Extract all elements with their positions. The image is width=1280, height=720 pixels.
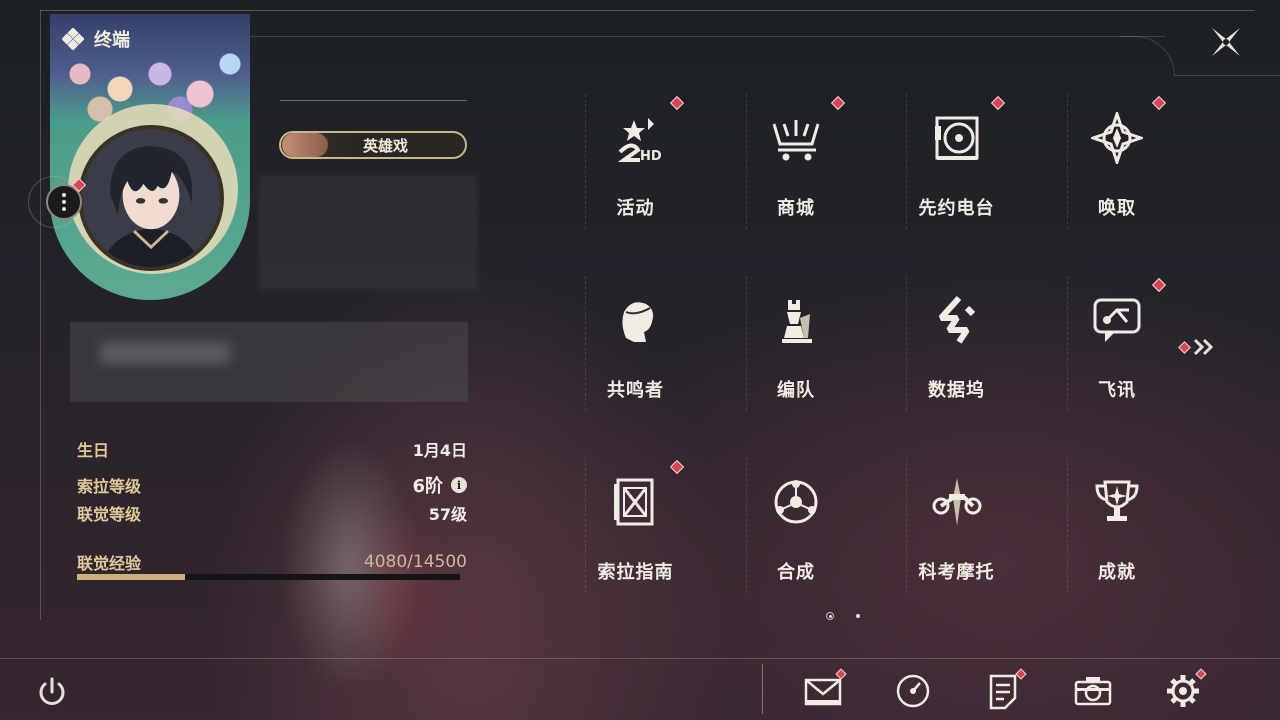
menu-item-label: 合成 bbox=[777, 562, 815, 583]
trophy-icon bbox=[1087, 472, 1147, 532]
menu-item[interactable]: 唤取 bbox=[1066, 94, 1167, 229]
stat-union-exp: 联觉经验 4080/14500 bbox=[77, 550, 467, 574]
shop-cart-icon bbox=[766, 108, 826, 168]
resonator-head-icon bbox=[606, 290, 666, 350]
stat-value: 4080/14500 bbox=[363, 552, 467, 572]
page-indicator bbox=[826, 612, 860, 620]
menu-item-label: 索拉指南 bbox=[597, 562, 674, 583]
bottom-separator bbox=[762, 664, 763, 714]
clock-icon bbox=[896, 674, 930, 708]
menu-item-label: 活动 bbox=[616, 198, 655, 219]
menu-item[interactable]: 共鸣者 bbox=[585, 276, 685, 411]
power-icon[interactable] bbox=[34, 674, 70, 710]
menu-item-label: 商城 bbox=[777, 198, 815, 219]
frame-line bbox=[250, 36, 1165, 37]
double-chevron-right-icon bbox=[1193, 338, 1214, 356]
menu-item[interactable]: 索拉指南 bbox=[585, 458, 685, 593]
blurred-name-panel bbox=[70, 322, 468, 402]
title-badge-label: 英雄戏 bbox=[362, 136, 408, 155]
stat-label: 索拉等级 bbox=[77, 477, 142, 496]
guidebook-icon bbox=[606, 472, 666, 532]
mail-button[interactable] bbox=[803, 668, 847, 710]
exp-progress-fill bbox=[77, 574, 185, 580]
next-page-badge bbox=[1178, 340, 1191, 354]
synthesis-icon bbox=[766, 472, 826, 532]
page-dot-active[interactable] bbox=[826, 612, 834, 620]
radio-vinyl-icon bbox=[927, 108, 987, 168]
camera-icon bbox=[1074, 677, 1112, 706]
notes-button[interactable] bbox=[983, 668, 1027, 710]
clock-button[interactable] bbox=[893, 672, 933, 710]
menu-item[interactable]: 科考摩托 bbox=[906, 458, 1006, 593]
menu-item-label: 数据坞 bbox=[928, 380, 985, 401]
menu-item[interactable]: 商城 bbox=[745, 94, 846, 229]
notification-badge bbox=[1151, 277, 1166, 293]
stat-value: 1月4日 bbox=[412, 441, 467, 460]
info-icon[interactable]: i bbox=[451, 477, 467, 493]
menu-item-label: 科考摩托 bbox=[918, 562, 995, 583]
title-badge[interactable]: 英雄戏 bbox=[279, 131, 467, 159]
stat-value: 57级 bbox=[428, 505, 467, 524]
stat-sola-level: 索拉等级 6阶 i bbox=[77, 472, 467, 498]
page-dot[interactable] bbox=[856, 614, 860, 618]
terminal-diamond-icon bbox=[62, 28, 84, 50]
stat-value: 6阶 bbox=[412, 476, 443, 497]
event-2nd-icon: HD bbox=[606, 108, 666, 168]
avatar[interactable] bbox=[78, 125, 224, 271]
header: 终端 bbox=[62, 26, 130, 52]
next-page-button[interactable] bbox=[1178, 338, 1215, 356]
menu-item-label: 唤取 bbox=[1098, 198, 1136, 219]
blurred-signature bbox=[258, 175, 478, 290]
settings-button[interactable] bbox=[1163, 668, 1207, 710]
stat-label: 联觉等级 bbox=[77, 505, 142, 524]
motorcycle-icon bbox=[927, 472, 987, 532]
page-title: 终端 bbox=[94, 30, 130, 51]
stat-birthday: 生日 1月4日 bbox=[77, 437, 467, 461]
notification-badge bbox=[1151, 95, 1166, 111]
title-badge-thumbnail bbox=[282, 133, 328, 157]
bottom-divider bbox=[0, 658, 1280, 659]
svg-text:HD: HD bbox=[640, 149, 662, 164]
convene-compass-icon bbox=[1087, 108, 1147, 168]
exp-progress-bar bbox=[77, 574, 460, 580]
notification-badge bbox=[669, 459, 685, 475]
frame-line bbox=[40, 10, 41, 620]
frame-line bbox=[1174, 75, 1280, 76]
menu-item[interactable]: 先约电台 bbox=[906, 94, 1006, 229]
more-dots-icon bbox=[62, 193, 66, 211]
menu-item-label: 先约电台 bbox=[918, 198, 995, 219]
menu-item[interactable]: 成就 bbox=[1066, 458, 1167, 593]
notification-badge bbox=[830, 95, 845, 111]
mail-icon bbox=[804, 678, 842, 706]
stat-label: 生日 bbox=[77, 441, 110, 460]
message-chat-icon bbox=[1087, 290, 1147, 350]
menu-item-label: 成就 bbox=[1098, 562, 1136, 583]
stat-label: 联觉经验 bbox=[77, 554, 142, 573]
frame-line bbox=[40, 10, 1255, 11]
gear-icon bbox=[1167, 675, 1199, 707]
close-icon[interactable] bbox=[1206, 22, 1246, 62]
menu-item-label: 飞讯 bbox=[1098, 380, 1136, 401]
menu-item[interactable]: HD 活动 bbox=[585, 94, 685, 229]
menu-item-label: 共鸣者 bbox=[607, 380, 664, 401]
menu-item[interactable]: 数据坞 bbox=[906, 276, 1006, 411]
menu-item[interactable]: 飞讯 bbox=[1066, 276, 1167, 411]
menu-item-label: 编队 bbox=[777, 380, 815, 401]
notes-icon bbox=[989, 674, 1017, 710]
notification-badge bbox=[669, 95, 685, 111]
data-bank-icon bbox=[927, 290, 987, 350]
menu-item[interactable]: 编队 bbox=[745, 276, 846, 411]
notification-badge bbox=[990, 95, 1006, 111]
stat-union-level: 联觉等级 57级 bbox=[77, 501, 467, 525]
title-divider bbox=[280, 100, 467, 101]
camera-button[interactable] bbox=[1073, 672, 1113, 710]
menu-item[interactable]: 合成 bbox=[745, 458, 846, 593]
team-chess-icon bbox=[766, 290, 826, 350]
